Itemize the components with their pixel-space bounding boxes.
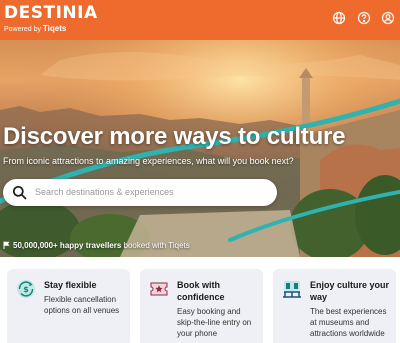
powered-by-label: Powered by [4,26,41,33]
hero-banner: Discover more ways to culture From iconi… [0,40,400,257]
travellers-count: 50,000,000+ happy travellers [13,241,122,250]
flag-icon [3,241,10,249]
museum-icon [283,281,301,298]
feature-card-flexible: $ Stay flexible Flexible cancellation op… [7,269,130,343]
feature-cards: $ Stay flexible Flexible cancellation op… [0,257,400,343]
help-icon[interactable] [357,11,371,25]
feature-card-confidence: Book with confidence Easy booking and sk… [140,269,263,343]
travellers-suffix: booked with Tiqets [121,241,190,250]
feature-title: Stay flexible [44,280,97,290]
account-icon[interactable] [381,11,395,25]
destinia-logo[interactable]: DESTINIA [4,3,98,23]
top-header: DESTINIA Powered by Tiqets [0,0,400,40]
dollar-refresh-icon: $ [17,280,35,298]
feature-description: Flexible cancellation options on all ven… [44,295,120,315]
feature-title: Enjoy culture your way [310,280,390,302]
travellers-stat: 50,000,000+ happy travellers booked with… [3,241,190,250]
tiqets-brand: Tiqets [42,24,67,33]
feature-description: Easy booking and skip-the-line entry on … [177,307,252,338]
powered-by-text: Powered by Tiqets [4,24,66,33]
hero-title: Discover more ways to culture [3,123,346,150]
feature-description: The best experiences at museums and attr… [310,307,387,338]
hero-subtitle: From iconic attractions to amazing exper… [3,156,294,166]
search-input[interactable]: Search destinations & experiences [3,179,277,206]
search-placeholder: Search destinations & experiences [35,187,174,197]
svg-text:$: $ [23,285,29,294]
globe-icon[interactable] [332,11,346,25]
search-icon [12,185,27,200]
feature-card-culture: Enjoy culture your way The best experien… [273,269,396,343]
ticket-star-icon [150,282,168,296]
feature-title: Book with confidence [177,280,225,302]
